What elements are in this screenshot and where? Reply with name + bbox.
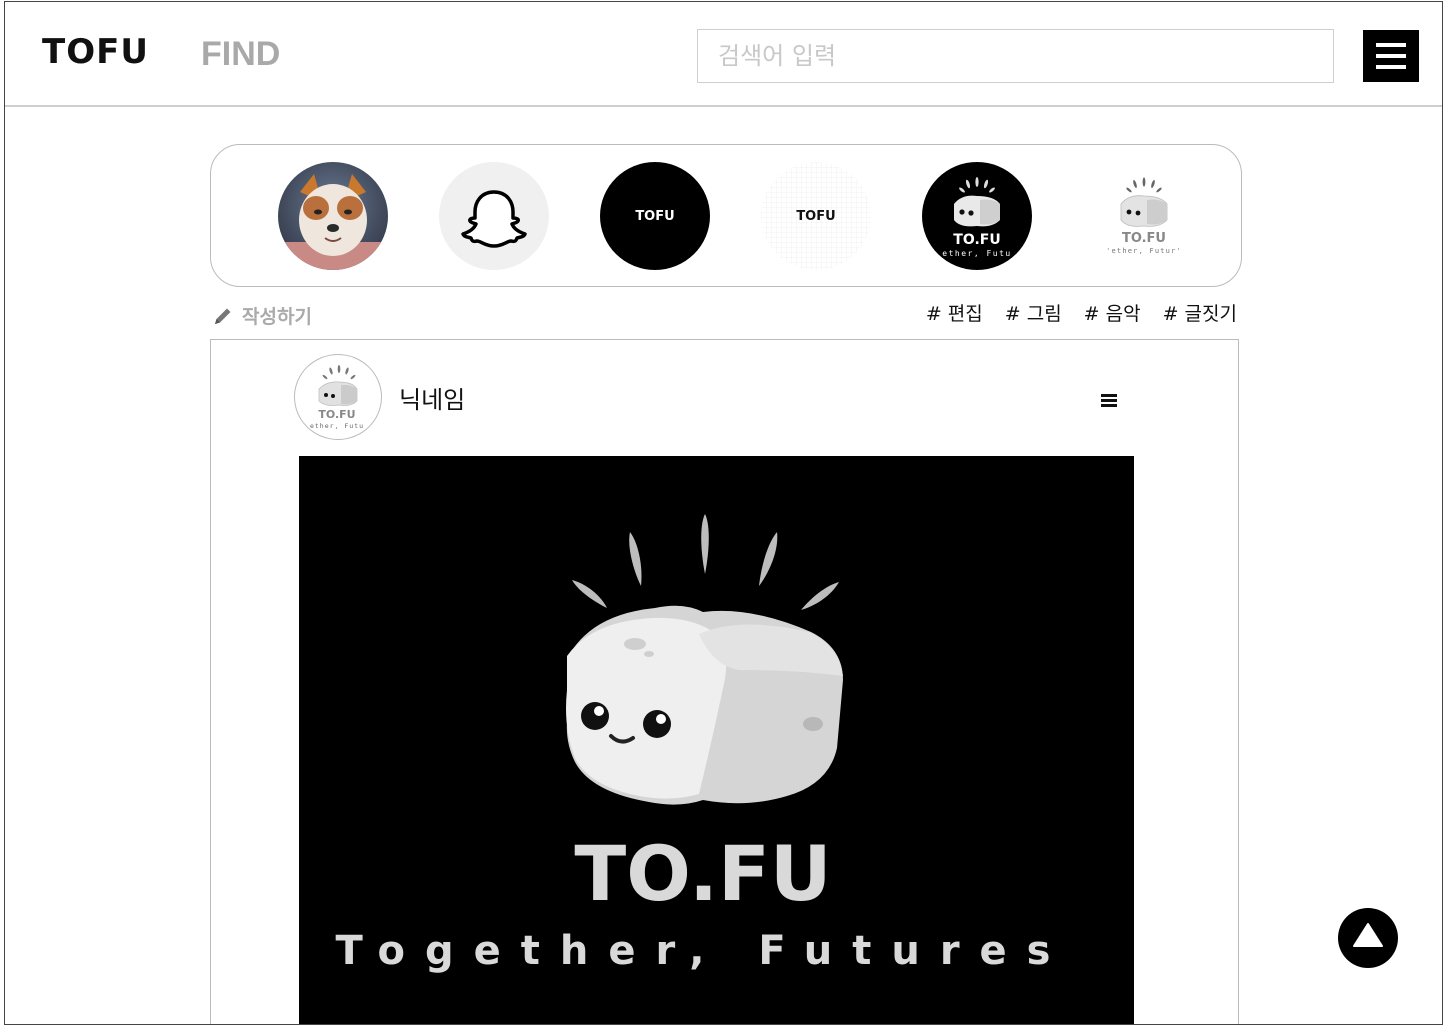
hamburger-icon [1376,43,1406,47]
story-ghost[interactable] [439,162,549,270]
triangle-up-icon [1353,923,1383,947]
avatar-title: TO.FU [318,408,355,421]
post-author-nickname[interactable]: 닉네임 [399,380,465,415]
write-button[interactable]: 작성하기 [212,302,312,329]
ghost-icon [461,190,527,248]
story-mascot-light-title: TO.FU [1122,231,1166,246]
story-mascot-dark-title: TO.FU [953,232,1000,248]
story-bar: TOFU TOFU TO.FU ether, Futu TO.FU 'ether… [210,144,1242,287]
post-image-title: TO.FU [574,829,831,918]
story-tofu-grid-text: TOFU [796,209,835,224]
avatar-subtitle: ether, Futu [310,422,364,430]
find-link[interactable]: FIND [201,35,280,74]
write-label: 작성하기 [242,306,312,328]
tag-filter-bar: # 편집 # 그림 # 음악 # 글짓기 [926,299,1237,326]
logo[interactable]: TOFU [42,32,149,72]
hamburger-menu-button[interactable] [1363,30,1419,82]
story-mascot-light-subtitle: 'ether, Futur' [1106,247,1182,255]
story-tofu-grid[interactable]: TOFU [761,162,871,270]
story-mascot-dark-subtitle: ether, Futu [942,249,1011,258]
story-tofu-black-text: TOFU [635,209,674,224]
post-image: TO.FU Together, Futures [299,456,1134,1024]
post-author-avatar[interactable]: TO.FU ether, Futu [294,354,382,440]
app-frame: TOFU FIND 검색어 입력 TOFU TOFU TO.FU ether, … [4,1,1443,1025]
story-dog-photo[interactable] [278,162,388,270]
story-tofu-mascot-light[interactable]: TO.FU 'ether, Futur' [1089,162,1199,270]
pencil-icon [215,308,231,324]
tag-edit[interactable]: # 편집 [926,299,983,326]
tag-drawing[interactable]: # 그림 [1005,299,1062,326]
story-tofu-black[interactable]: TOFU [600,162,710,270]
avatar-mascot-image: TO.FU ether, Futu [310,365,364,430]
hamburger-icon [1101,394,1117,397]
post-options-button[interactable] [1101,392,1117,408]
top-bar: TOFU FIND [5,2,1442,107]
post-card: TO.FU ether, Futu 닉네임 TO.FU Together, Fu… [210,339,1239,1024]
dog-photo-image [278,162,388,270]
tag-music[interactable]: # 음악 [1084,299,1141,326]
tag-writing[interactable]: # 글짓기 [1163,299,1237,326]
post-image-subtitle: Together, Futures [336,928,1071,974]
story-tofu-mascot-dark[interactable]: TO.FU ether, Futu [922,162,1032,270]
search-input[interactable] [697,29,1334,83]
tofu-mascot-image: TO.FU Together, Futures [336,514,1071,974]
scroll-top-button[interactable] [1338,908,1398,968]
